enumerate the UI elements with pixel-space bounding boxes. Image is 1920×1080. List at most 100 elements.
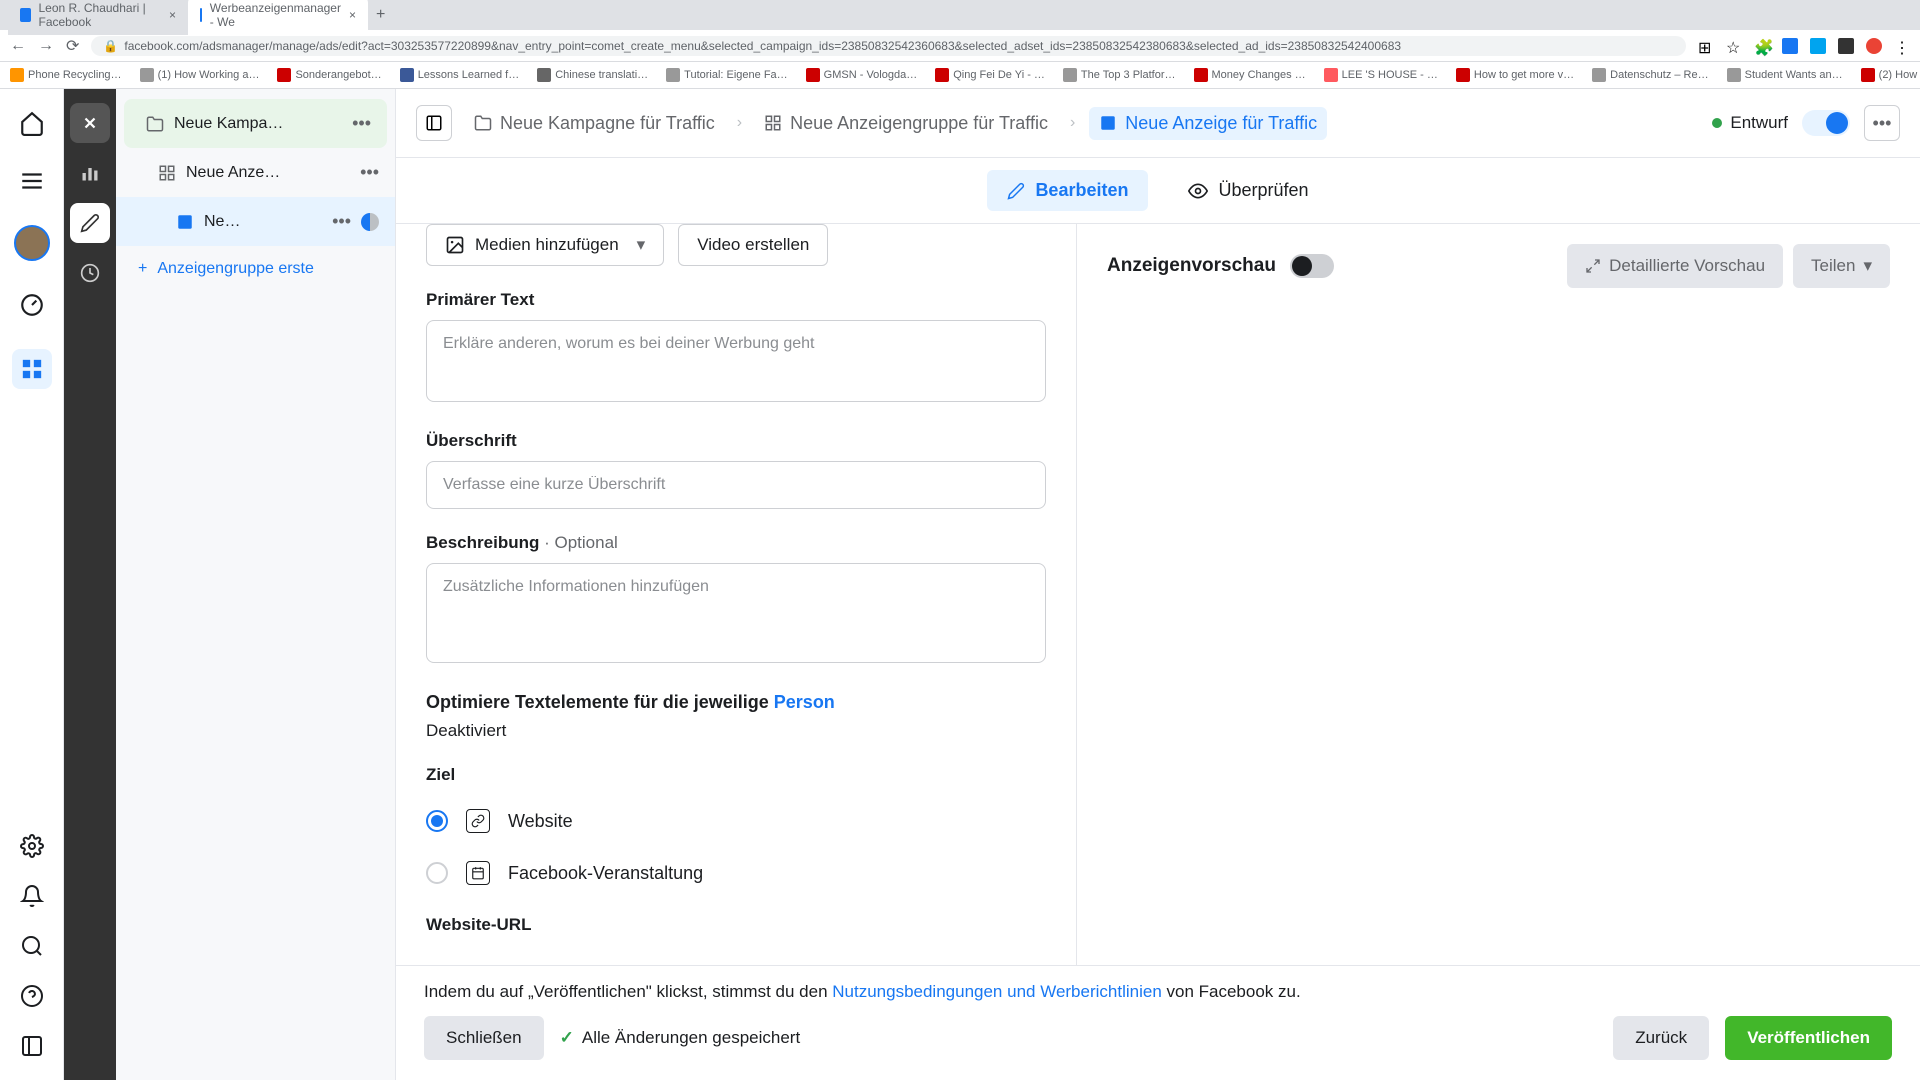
gauge-icon[interactable]	[18, 291, 46, 319]
edit-icon[interactable]	[70, 203, 110, 243]
browser-tab[interactable]: Leon R. Chaudhari | Facebook ×	[8, 0, 188, 35]
primary-text-input[interactable]	[426, 320, 1046, 402]
bookmark-item[interactable]: Qing Fei De Yi - …	[935, 68, 1045, 82]
chart-icon[interactable]	[70, 153, 110, 193]
website-url-label: Website-URL	[426, 915, 1046, 935]
more-icon[interactable]: •••	[352, 113, 371, 134]
forward-icon[interactable]: →	[38, 37, 54, 55]
expand-icon	[1585, 258, 1601, 274]
bookmarks-bar: Phone Recycling… (1) How Working a… Sond…	[0, 62, 1920, 89]
tree-adset[interactable]: Neue Anze… •••	[116, 148, 395, 197]
bookmark-item[interactable]: Datenschutz – Re…	[1592, 68, 1708, 82]
share-button[interactable]: Teilen▾	[1793, 244, 1890, 288]
close-icon[interactable]: ×	[169, 8, 176, 22]
star-icon[interactable]: ☆	[1726, 38, 1742, 54]
breadcrumb-adset[interactable]: Neue Anzeigengruppe für Traffic	[756, 109, 1056, 138]
adset-icon	[764, 114, 782, 132]
home-icon[interactable]	[18, 109, 46, 137]
headline-label: Überschrift	[426, 431, 1046, 451]
bookmark-item[interactable]: (2) How To Add A…	[1861, 68, 1920, 82]
calendar-icon	[466, 861, 490, 885]
saved-indicator: ✓Alle Änderungen gespeichert	[560, 1028, 801, 1048]
tab-edit[interactable]: Bearbeiten	[987, 170, 1148, 211]
description-input[interactable]	[426, 563, 1046, 663]
more-icon[interactable]: •••	[360, 162, 379, 183]
publish-button[interactable]: Veröffentlichen	[1725, 1016, 1892, 1060]
preview-title: Anzeigenvorschau	[1107, 255, 1276, 277]
bookmark-item[interactable]: Sonderangebot…	[277, 68, 381, 82]
description-label: Beschreibung · Optional	[426, 533, 1046, 553]
account-avatar[interactable]	[14, 225, 50, 261]
help-icon[interactable]	[18, 982, 46, 1010]
ad-icon	[176, 213, 194, 231]
terms-link[interactable]: Nutzungsbedingungen und Werberichtlinien	[832, 982, 1162, 1001]
reload-icon[interactable]: ⟳	[66, 36, 79, 56]
bookmark-item[interactable]: Lessons Learned f…	[400, 68, 520, 82]
radio-website[interactable]: Website	[426, 795, 1046, 847]
menu-icon[interactable]	[18, 167, 46, 195]
gear-icon[interactable]	[18, 832, 46, 860]
bookmark-item[interactable]: Phone Recycling…	[10, 68, 122, 82]
footer-disclaimer: Indem du auf „Veröffentlichen" klickst, …	[424, 982, 1892, 1002]
history-icon[interactable]	[70, 253, 110, 293]
adset-icon	[158, 164, 176, 182]
tree-label: Neue Anze…	[186, 164, 350, 182]
tab-review[interactable]: Überprüfen	[1168, 170, 1328, 211]
breadcrumb-campaign[interactable]: Neue Kampagne für Traffic	[466, 109, 723, 138]
bookmark-item[interactable]: (1) How Working a…	[140, 68, 260, 82]
bookmark-item[interactable]: Student Wants an…	[1727, 68, 1843, 82]
eye-icon	[1188, 181, 1208, 201]
search-icon[interactable]	[18, 932, 46, 960]
close-icon[interactable]: ×	[349, 8, 356, 22]
profile-avatar-icon[interactable]	[1866, 38, 1882, 54]
bookmark-item[interactable]: GMSN - Vologda…	[806, 68, 918, 82]
new-tab-button[interactable]: +	[368, 2, 393, 28]
campaign-tree: Neue Kampa… ••• Neue Anze… ••• Ne… ••• +…	[116, 89, 396, 1080]
primary-text-label: Primärer Text	[426, 290, 1046, 310]
radio-event[interactable]: Facebook-Veranstaltung	[426, 847, 1046, 899]
panel-toggle-button[interactable]	[416, 105, 452, 141]
menu-icon[interactable]: ⋮	[1894, 38, 1910, 54]
bookmark-item[interactable]: The Top 3 Platfor…	[1063, 68, 1176, 82]
more-button[interactable]: •••	[1864, 105, 1900, 141]
bell-icon[interactable]	[18, 882, 46, 910]
headline-input[interactable]	[426, 461, 1046, 509]
collapse-icon[interactable]	[18, 1032, 46, 1060]
browser-tab[interactable]: Werbeanzeigenmanager - We×	[188, 0, 368, 35]
close-button[interactable]: Schließen	[424, 1016, 544, 1060]
bookmark-item[interactable]: Chinese translati…	[537, 68, 648, 82]
puzzle-icon[interactable]: 🧩	[1754, 38, 1770, 54]
bookmark-item[interactable]: How to get more v…	[1456, 68, 1574, 82]
detailed-preview-button[interactable]: Detaillierte Vorschau	[1567, 244, 1783, 288]
close-button[interactable]	[70, 103, 110, 143]
breadcrumb-ad[interactable]: Neue Anzeige für Traffic	[1089, 107, 1327, 140]
check-icon: ✓	[560, 1028, 574, 1048]
preview-toggle[interactable]	[1290, 254, 1334, 278]
tab-title: Leon R. Chaudhari | Facebook	[39, 1, 161, 29]
add-media-button[interactable]: Medien hinzufügen▾	[426, 224, 664, 266]
grid-icon[interactable]	[12, 349, 52, 389]
app-icon[interactable]	[1838, 38, 1854, 54]
optimize-text-row: Optimiere Textelemente für die jeweilige…	[426, 692, 1046, 713]
back-button[interactable]: Zurück	[1613, 1016, 1709, 1060]
create-video-button[interactable]: Video erstellen	[678, 224, 828, 266]
more-icon[interactable]: •••	[332, 211, 351, 232]
back-icon[interactable]: ←	[10, 37, 26, 55]
address-bar[interactable]: 🔒 facebook.com/adsmanager/manage/ads/edi…	[91, 36, 1686, 56]
bookmark-item[interactable]: Tutorial: Eigene Fa…	[666, 68, 788, 82]
image-icon	[445, 235, 465, 255]
tree-campaign[interactable]: Neue Kampa… •••	[124, 99, 387, 148]
tree-label: Ne…	[204, 213, 322, 231]
active-toggle[interactable]	[1802, 110, 1850, 136]
chevron-down-icon: ▾	[1863, 256, 1872, 276]
radio-label: Facebook-Veranstaltung	[508, 863, 703, 884]
fb-icon[interactable]	[1782, 38, 1798, 54]
extension-icon[interactable]: ⊞	[1698, 38, 1714, 54]
app-icon[interactable]	[1810, 38, 1826, 54]
pencil-icon	[1007, 182, 1025, 200]
bookmark-item[interactable]: LEE 'S HOUSE - …	[1324, 68, 1438, 82]
add-adgroup-button[interactable]: + Anzeigengruppe erste	[116, 246, 395, 292]
tree-ad[interactable]: Ne… •••	[116, 197, 395, 246]
person-link[interactable]: Person	[774, 692, 835, 712]
bookmark-item[interactable]: Money Changes …	[1194, 68, 1306, 82]
